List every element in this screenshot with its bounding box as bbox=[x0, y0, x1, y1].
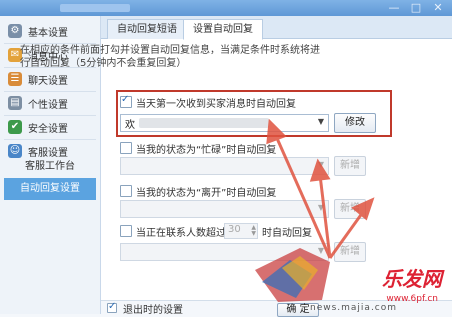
watermark-brand: 乐发网 bbox=[382, 267, 442, 291]
arrow-head bbox=[351, 197, 375, 221]
arrow-head bbox=[309, 158, 331, 182]
watermark-url-secondary: news.majia.com bbox=[310, 303, 398, 313]
arrow-to-away-add bbox=[328, 211, 365, 259]
bull-logo-icon bbox=[255, 248, 330, 302]
arrow-head bbox=[266, 118, 287, 145]
